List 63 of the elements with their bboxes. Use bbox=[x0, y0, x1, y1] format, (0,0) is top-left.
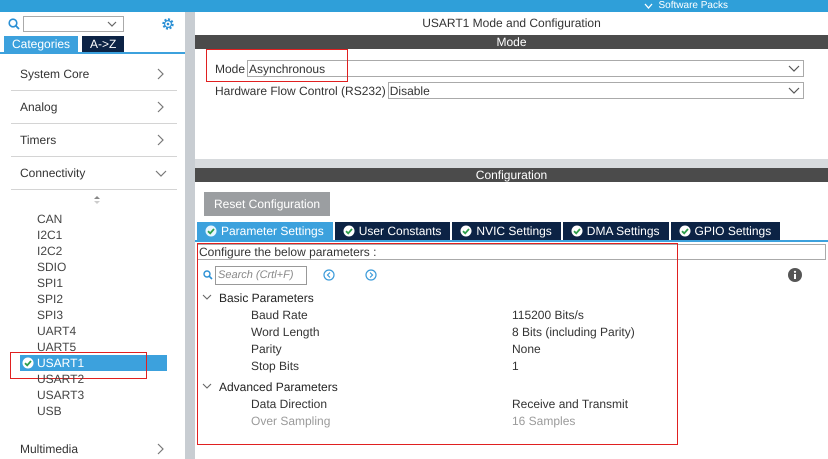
search-combo-field[interactable] bbox=[23, 16, 124, 32]
tree-group[interactable]: Advanced Parameters bbox=[197, 378, 826, 395]
parameter-value[interactable]: Receive and Transmit bbox=[512, 396, 628, 410]
parameter-name: Data Direction bbox=[251, 396, 328, 410]
category-tab[interactable]: A->Z bbox=[82, 36, 124, 52]
settings-tab[interactable]: User Constants bbox=[334, 222, 450, 240]
previous-icon[interactable] bbox=[323, 269, 335, 281]
category-item[interactable]: System Core bbox=[11, 58, 177, 91]
category-item[interactable]: Timers bbox=[11, 124, 177, 157]
section-header: Mode bbox=[195, 35, 828, 49]
search-field[interactable]: Search (Crtl+F) bbox=[215, 266, 307, 284]
settings-tab[interactable]: NVIC Settings bbox=[452, 222, 561, 240]
peripheral-item[interactable]: SPI2 bbox=[20, 291, 167, 307]
dropdown-field[interactable]: Disable bbox=[388, 82, 804, 99]
category-item[interactable]: Connectivity bbox=[11, 157, 177, 190]
check-icon bbox=[460, 225, 472, 237]
next-icon[interactable] bbox=[365, 269, 377, 281]
parameter-value[interactable]: None bbox=[512, 342, 541, 356]
search-icon bbox=[203, 270, 213, 280]
settings-icon bbox=[161, 17, 175, 31]
peripheral-item[interactable]: USART3 bbox=[20, 387, 167, 403]
info-icon bbox=[788, 268, 802, 282]
check-icon bbox=[342, 225, 355, 237]
peripheral-item[interactable]: UART4 bbox=[20, 323, 167, 339]
chevron-down-icon bbox=[644, 3, 653, 9]
panel-title: USART1 Mode and Configuration bbox=[421, 15, 602, 32]
dropdown-field[interactable]: Asynchronous bbox=[247, 60, 804, 77]
tree-group[interactable]: Basic Parameters bbox=[197, 289, 826, 306]
section-header: Configuration bbox=[195, 168, 828, 182]
parameter-value[interactable]: 1 bbox=[512, 358, 519, 372]
chevron-down-icon bbox=[107, 21, 117, 27]
settings-tab[interactable]: GPIO Settings bbox=[670, 222, 780, 240]
chevron-down-icon bbox=[788, 86, 800, 94]
chevron-down-icon bbox=[202, 383, 212, 390]
parameter-value[interactable]: 8 Bits (including Parity) bbox=[512, 324, 635, 338]
hint-text: Configure the below parameters : bbox=[197, 244, 826, 260]
parameter-name: Baud Rate bbox=[251, 308, 309, 322]
peripheral-item[interactable]: I2C1 bbox=[20, 227, 167, 243]
field-label: Mode bbox=[215, 62, 246, 76]
chevron-down-icon bbox=[788, 64, 800, 72]
parameter-value[interactable]: 115200 Bits/s bbox=[512, 308, 584, 322]
parameter-name: Parity bbox=[251, 342, 283, 356]
parameter-name: Word Length bbox=[251, 324, 320, 338]
peripheral-item[interactable]: I2C2 bbox=[20, 243, 167, 259]
parameter-name: Over Sampling bbox=[251, 414, 332, 428]
parameter-name: Stop Bits bbox=[251, 358, 300, 372]
scroll-up-icon bbox=[93, 195, 101, 205]
peripheral-item[interactable]: SDIO bbox=[20, 259, 167, 275]
peripheral-item[interactable]: CAN bbox=[20, 211, 167, 227]
peripheral-item[interactable]: SPI1 bbox=[20, 275, 167, 291]
check-icon bbox=[678, 225, 690, 237]
check-icon bbox=[205, 225, 217, 237]
settings-tab[interactable]: DMA Settings bbox=[562, 222, 668, 240]
category-item[interactable]: Analog bbox=[11, 91, 177, 124]
category-item[interactable]: Multimedia bbox=[11, 433, 177, 459]
search-icon bbox=[8, 18, 20, 30]
chevron-down-icon bbox=[202, 294, 212, 301]
check-icon bbox=[570, 225, 583, 237]
peripheral-item[interactable]: SPI3 bbox=[20, 307, 167, 323]
field-label: Hardware Flow Control (RS232) bbox=[215, 84, 386, 98]
peripheral-item[interactable]: UART5 bbox=[20, 339, 167, 355]
peripheral-item[interactable]: USB bbox=[20, 403, 167, 419]
check-icon bbox=[22, 357, 34, 369]
